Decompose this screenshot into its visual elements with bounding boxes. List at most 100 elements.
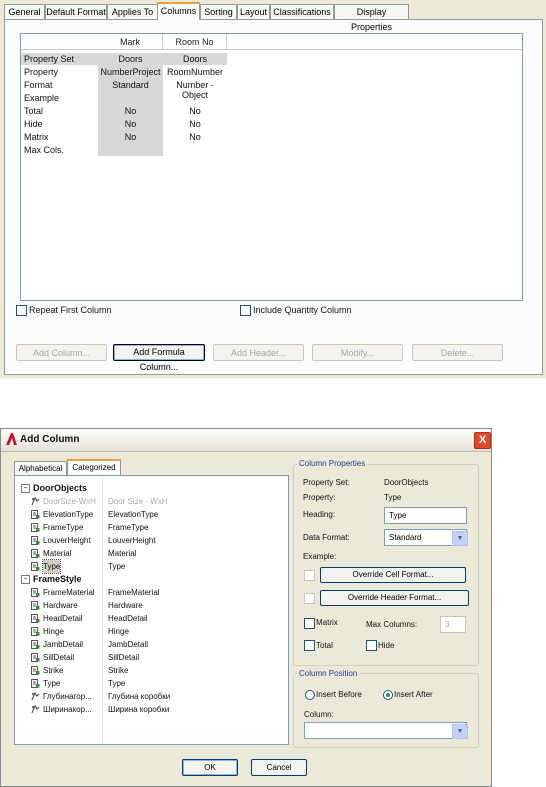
tree-property-row[interactable]: SillDetail SillDetail <box>15 651 288 664</box>
property-icon <box>31 549 40 558</box>
tree-property-name: Hardware <box>43 601 78 610</box>
property-tree[interactable]: − DoorObjects DoorSize-WxH Door Size - WxH E… <box>14 475 289 745</box>
tree-group-row[interactable]: − DoorObjects <box>15 482 288 495</box>
modify-button[interactable]: Modify... <box>312 344 403 361</box>
tree-property-row[interactable]: Strike Strike <box>15 664 288 677</box>
tab-sorting[interactable]: Sorting <box>200 4 237 19</box>
tree-group-name: FrameStyle <box>33 574 82 584</box>
grid-cell-mark[interactable]: No <box>98 119 163 129</box>
tree-property-row[interactable]: FrameMaterial FrameMaterial <box>15 586 288 599</box>
property-icon <box>31 510 40 519</box>
override-header-format-checkbox[interactable] <box>304 593 315 604</box>
delete-button[interactable]: Delete... <box>412 344 503 361</box>
grid-row-label[interactable]: Property <box>24 67 58 77</box>
property-set-value: DoorObjects <box>384 478 429 487</box>
grid-cell-room-no[interactable]: Doors <box>163 54 227 64</box>
cancel-button[interactable]: Cancel <box>251 759 307 776</box>
hide-checkbox[interactable] <box>366 640 377 651</box>
ok-button[interactable]: OK <box>182 759 238 776</box>
tree-property-row[interactable]: Material Material <box>15 547 288 560</box>
repeat-first-column-label: Repeat First Column <box>29 305 112 315</box>
property-icon <box>31 562 40 571</box>
dialog-title-bar[interactable]: Add Column X <box>1 429 491 452</box>
grid-cell-mark[interactable]: No <box>98 106 163 116</box>
heading-input[interactable]: Type <box>384 507 467 524</box>
grid-cell-room-no[interactable]: No <box>163 119 227 129</box>
tree-property-row[interactable]: ElevationType ElevationType <box>15 508 288 521</box>
add-formula-column-button[interactable]: Add Formula Column... <box>113 344 205 372</box>
tree-property-name: Type <box>41 559 62 574</box>
tab-general[interactable]: General <box>4 4 45 19</box>
column-select[interactable] <box>304 722 467 739</box>
dialog-title: Add Column <box>20 434 80 445</box>
grid-cell-mark[interactable]: Standard <box>98 80 163 90</box>
insert-before-label: Insert Before <box>316 690 362 699</box>
tab-display-properties[interactable]: Display Properties <box>334 4 409 32</box>
insert-after-radio[interactable] <box>383 690 393 700</box>
tree-property-row[interactable]: Type Type <box>15 559 288 574</box>
close-button[interactable]: X <box>474 432 491 449</box>
formula-icon <box>31 497 40 506</box>
grid-row-label[interactable]: Hide <box>24 119 43 129</box>
tree-group-row[interactable]: − FrameStyle <box>15 573 288 586</box>
max-columns-label: Max Columns: <box>366 620 418 629</box>
tree-property-row[interactable]: FrameType FrameType <box>15 521 288 534</box>
tree-property-value: FrameType <box>108 523 149 532</box>
property-icon <box>31 523 40 532</box>
tree-property-row[interactable]: LouverHeight LouverHeight <box>15 534 288 547</box>
add-header-button[interactable]: Add Header... <box>213 344 304 361</box>
columns-grid[interactable]: Mark Room No Property Set Doors Doors Prope… <box>20 33 523 301</box>
override-header-format-button[interactable]: Override Header Format... <box>320 590 469 606</box>
matrix-label: Matrix <box>316 618 338 627</box>
tab-classifications[interactable]: Classifications <box>270 4 334 19</box>
include-quantity-column-checkbox[interactable] <box>240 305 251 316</box>
collapse-icon[interactable]: − <box>21 575 30 584</box>
tree-property-row[interactable]: DoorSize-WxH Door Size - WxH <box>15 495 288 508</box>
chevron-down-icon[interactable]: ▼ <box>452 531 468 546</box>
tree-property-row[interactable]: Hardware Hardware <box>15 599 288 612</box>
tree-property-row[interactable]: Глубинагор... Глубина коробки <box>15 690 288 703</box>
grid-row-label[interactable]: Max Cols. <box>24 145 64 155</box>
collapse-icon[interactable]: − <box>21 484 30 493</box>
grid-cell-mark[interactable]: NumberProject <box>98 67 163 77</box>
grid-header-filler <box>227 34 522 50</box>
grid-cell-mark[interactable]: Doors <box>98 54 163 64</box>
tab-layout[interactable]: Layout <box>237 4 270 19</box>
grid-cell-room-no[interactable]: No <box>163 106 227 116</box>
tree-property-row[interactable]: Ширинакор... Ширина коробки <box>15 703 288 716</box>
column-header-mark[interactable]: Mark <box>98 34 163 50</box>
chevron-down-icon[interactable]: ▼ <box>452 724 468 739</box>
tree-property-row[interactable]: Hinge Hinge <box>15 625 288 638</box>
grid-row-label[interactable]: Total <box>24 106 43 116</box>
override-cell-format-checkbox[interactable] <box>304 570 315 581</box>
add-column-button[interactable]: Add Column... <box>16 344 107 361</box>
grid-row-label[interactable]: Example <box>24 93 59 103</box>
tree-property-value: Type <box>108 562 126 571</box>
tree-property-row[interactable]: Type Type <box>15 677 288 690</box>
tab-default-format[interactable]: Default Format <box>45 4 107 19</box>
tree-property-row[interactable]: JambDetail JambDetail <box>15 638 288 651</box>
tree-property-name: HeadDetail <box>43 614 83 623</box>
tab-alphabetical[interactable]: Alphabetical <box>14 461 67 475</box>
grid-row-label[interactable]: Format <box>24 80 53 90</box>
max-columns-spinner[interactable]: 3 <box>440 616 466 633</box>
grid-cell-mark[interactable]: No <box>98 132 163 142</box>
matrix-checkbox[interactable] <box>304 618 315 629</box>
tree-property-name: DoorSize-WxH <box>43 497 96 506</box>
tree-property-value: LouverHeight <box>108 536 156 545</box>
column-header-room-no[interactable]: Room No <box>163 34 227 50</box>
tree-property-name: JambDetail <box>43 640 84 649</box>
insert-before-radio[interactable] <box>305 690 315 700</box>
grid-row-label[interactable]: Matrix <box>24 132 49 142</box>
grid-row-label[interactable]: Property Set <box>24 54 74 64</box>
tab-categorized[interactable]: Categorized <box>67 459 121 476</box>
tab-applies-to[interactable]: Applies To <box>107 4 158 19</box>
tree-property-row[interactable]: HeadDetail HeadDetail <box>15 612 288 625</box>
override-cell-format-button[interactable]: Override Cell Format... <box>320 567 466 583</box>
tab-columns[interactable]: Columns <box>157 2 200 20</box>
total-checkbox[interactable] <box>304 640 315 651</box>
grid-cell-room-no[interactable]: RoomNumber <box>163 67 227 77</box>
grid-cell-room-no[interactable]: Number - Object <box>163 80 227 100</box>
grid-cell-room-no[interactable]: No <box>163 132 227 142</box>
repeat-first-column-checkbox[interactable] <box>16 305 27 316</box>
